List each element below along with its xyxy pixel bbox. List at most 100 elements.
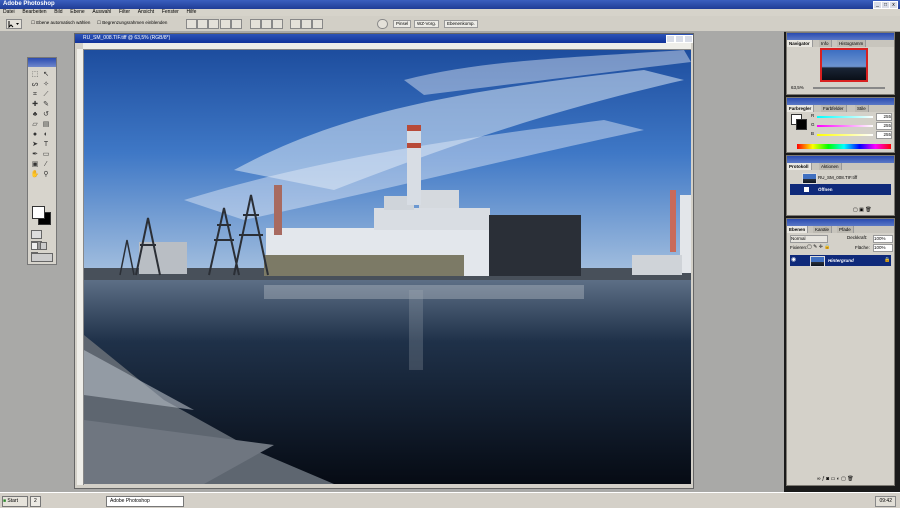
vertical-ruler[interactable] [77, 49, 84, 485]
eraser-tool-icon[interactable]: ▱ [30, 120, 40, 129]
distribute-top-button[interactable] [250, 19, 261, 29]
navigator-zoom-value[interactable]: 63,5% [791, 85, 804, 90]
color-spectrum-bar[interactable] [797, 144, 891, 149]
magic-wand-tool-icon[interactable]: ✧ [41, 80, 51, 89]
screen-mode-full-menu-icon[interactable] [39, 242, 47, 250]
tab-histogramm[interactable]: Histogramm [837, 40, 867, 47]
menu-bild[interactable]: Bild [51, 9, 65, 16]
menu-ebene[interactable]: Ebene [67, 9, 87, 16]
history-brush-icon[interactable]: ↺ [41, 110, 51, 119]
path-select-icon[interactable]: ➤ [30, 140, 40, 149]
layer-link-icon[interactable]: ∞ [817, 476, 821, 482]
slider-value-r[interactable]: 255 [876, 113, 892, 121]
eyedropper-tool-icon[interactable]: ⁄ [41, 160, 51, 169]
distribute-right-button[interactable] [312, 19, 323, 29]
layer-mask-icon[interactable]: ◙ [826, 476, 829, 482]
blur-tool-icon[interactable]: ● [30, 130, 40, 139]
tab-ebenen[interactable]: Ebenen [787, 226, 809, 233]
palette-tab-wz-vorg[interactable]: WZ-Vorg. [414, 20, 440, 28]
new-layer-icon[interactable]: ▢ [841, 476, 846, 482]
horizontal-ruler[interactable] [83, 43, 691, 50]
zoom-tool-icon[interactable]: ⚲ [41, 170, 51, 179]
auto-select-checkbox[interactable]: ☐ Ebene automatisch wählen [31, 20, 90, 26]
clone-stamp-icon[interactable]: ♣ [30, 110, 40, 119]
history-panel-header[interactable] [787, 156, 894, 163]
menu-auswahl[interactable]: Auswahl [89, 9, 114, 16]
tab-pfade[interactable]: Pfade [837, 226, 854, 233]
adjustment-layer-icon[interactable]: ◐ [837, 476, 840, 482]
hand-tool-icon[interactable]: ✋ [30, 170, 40, 179]
color-bg-swatch[interactable] [796, 119, 807, 130]
screen-mode-standard-icon[interactable] [31, 242, 38, 250]
pen-tool-icon[interactable]: ✒ [30, 150, 40, 159]
foreground-color-swatch[interactable] [32, 206, 45, 219]
standard-mode-icon[interactable] [31, 230, 42, 239]
system-clock[interactable]: 09:42 [875, 496, 896, 507]
jump-to-imageready-icon[interactable] [31, 253, 53, 262]
doc-maximize-button[interactable] [675, 35, 684, 43]
lasso-tool-icon[interactable]: ᔕ [30, 80, 40, 89]
slider-track-b[interactable] [817, 134, 873, 136]
distribute-bottom-button[interactable] [272, 19, 283, 29]
tab-navigator[interactable]: Navigator [787, 40, 813, 47]
align-top-button[interactable] [186, 19, 197, 29]
layer-visibility-eye-icon[interactable]: ◉ [791, 255, 796, 266]
start-button[interactable]: ■ Start [2, 496, 28, 507]
notes-tool-icon[interactable]: ▣ [30, 160, 40, 169]
navigator-thumbnail[interactable] [820, 48, 868, 82]
screen-mode-buttons[interactable] [31, 242, 53, 260]
align-left-button[interactable] [220, 19, 231, 29]
close-button[interactable]: x [889, 1, 898, 9]
marquee-tool-icon[interactable]: ⬚ [30, 70, 40, 79]
move-tool-icon[interactable]: ↖ [41, 70, 51, 79]
palette-tab-pinsel[interactable]: Pinsel [393, 20, 412, 28]
toolbox-header[interactable] [28, 58, 56, 67]
doc-close-button[interactable] [684, 35, 693, 43]
menu-bearbeiten[interactable]: Bearbeiten [19, 9, 49, 16]
tab-farbregler[interactable]: Farbregler [787, 105, 815, 112]
tab-protokoll[interactable]: Protokoll [787, 163, 812, 170]
quick-mask-buttons[interactable] [31, 230, 53, 250]
fill-input[interactable]: 100% [873, 244, 893, 252]
new-snapshot-icon[interactable]: ▣ [859, 207, 864, 213]
blend-mode-select[interactable]: Normal [790, 235, 828, 243]
document-title-bar[interactable]: RU_SM_008.TIF.tiff @ 63,5% (RGB/8*) [75, 34, 693, 43]
move-tool-preset-button[interactable] [6, 19, 22, 29]
file-browser-button[interactable] [377, 19, 388, 29]
tab-kanaele[interactable]: Kanäle [813, 226, 833, 233]
align-right-button[interactable] [231, 19, 242, 29]
layers-panel-header[interactable] [787, 219, 894, 226]
doc-minimize-button[interactable] [666, 35, 675, 43]
navigator-panel-header[interactable] [787, 33, 894, 40]
menu-ansicht[interactable]: Ansicht [135, 9, 157, 16]
type-tool-icon[interactable]: T [41, 140, 51, 149]
color-panel-header[interactable] [787, 98, 894, 105]
image-canvas[interactable] [84, 50, 691, 484]
tab-stile[interactable]: Stile [855, 105, 869, 112]
brush-tool-icon[interactable]: ✎ [41, 100, 51, 109]
lock-icons[interactable]: ▢ ✎ ✛ 🔒 [807, 244, 831, 250]
slider-track-g[interactable] [817, 125, 873, 127]
slice-tool-icon[interactable]: ⟋ [41, 90, 51, 99]
layer-row-background[interactable]: ◉ Hintergrund 🔒 [790, 255, 891, 267]
history-snapshot-row[interactable]: RU_SM_008.TIF.tiff [790, 172, 891, 184]
distribute-middle-button[interactable] [261, 19, 272, 29]
opacity-input[interactable]: 100% [873, 235, 893, 243]
navigator-zoom-slider[interactable] [813, 87, 885, 89]
delete-layer-icon[interactable]: 🗑 [847, 476, 853, 482]
dodge-tool-icon[interactable]: ◐ [41, 130, 51, 139]
distribute-center-button[interactable] [301, 19, 312, 29]
slider-track-r[interactable] [817, 116, 873, 118]
distribute-left-button[interactable] [290, 19, 301, 29]
quicklaunch-item[interactable]: 2 [30, 496, 41, 507]
history-step-row[interactable]: Öffnen [790, 184, 891, 195]
layer-set-icon[interactable]: ▭ [831, 476, 836, 482]
align-middle-button[interactable] [197, 19, 208, 29]
menu-hilfe[interactable]: Hilfe [183, 9, 199, 16]
menu-datei[interactable]: Datei [0, 9, 18, 16]
crop-tool-icon[interactable]: ⌗ [30, 90, 40, 99]
tab-info[interactable]: Info [819, 40, 832, 47]
slider-value-b[interactable]: 255 [876, 131, 892, 139]
menu-fenster[interactable]: Fenster [159, 9, 182, 16]
shape-tool-icon[interactable]: ▭ [41, 150, 51, 159]
